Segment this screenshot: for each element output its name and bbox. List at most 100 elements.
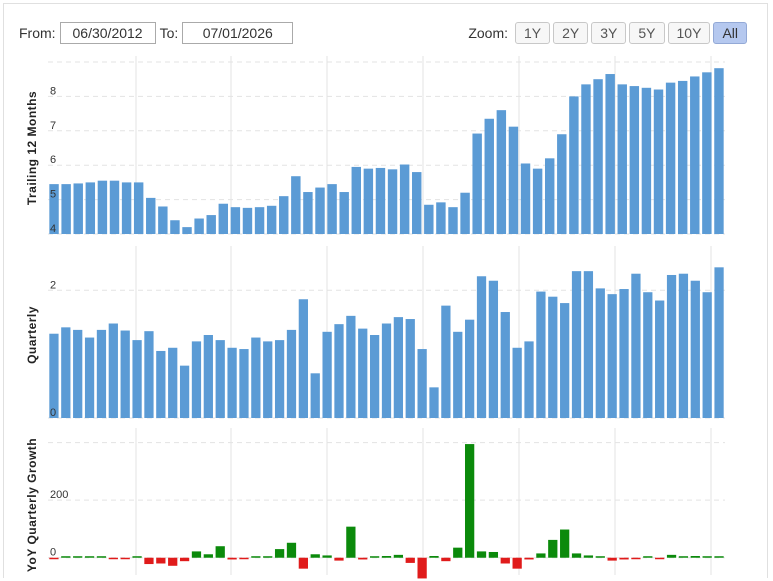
- bar: [619, 557, 629, 560]
- bar: [619, 289, 629, 418]
- bar: [453, 547, 463, 558]
- bar: [239, 349, 249, 418]
- bar: [678, 556, 689, 558]
- bar: [560, 303, 570, 418]
- bar: [146, 197, 156, 234]
- y-tick-label: 7: [50, 120, 56, 132]
- bar: [593, 79, 603, 234]
- bar: [132, 556, 142, 558]
- bar: [358, 328, 368, 418]
- bar: [476, 551, 487, 558]
- bar: [158, 206, 168, 234]
- bar: [168, 347, 178, 418]
- bar: [405, 557, 415, 563]
- bar: [334, 324, 344, 418]
- bar: [714, 556, 724, 558]
- bar: [690, 76, 700, 234]
- bar: [310, 554, 320, 558]
- bar: [369, 335, 380, 418]
- bar: [643, 556, 653, 558]
- y-tick-label: 2: [50, 279, 56, 291]
- bar: [61, 184, 71, 234]
- bar: [303, 192, 313, 234]
- bar: [476, 276, 487, 418]
- bar: [96, 329, 107, 418]
- bar: [393, 317, 404, 418]
- bar: [254, 207, 265, 234]
- y-tick-label: 8: [50, 85, 56, 97]
- bar: [653, 89, 664, 235]
- bar: [251, 337, 261, 418]
- bar: [524, 557, 534, 560]
- bar: [144, 331, 154, 418]
- y-tick-label: 200: [50, 489, 68, 501]
- bar: [571, 271, 582, 418]
- bar: [358, 557, 368, 560]
- bar: [266, 205, 277, 234]
- bar: [191, 341, 202, 418]
- bar: [460, 192, 470, 234]
- bar: [702, 72, 712, 234]
- bar: [629, 86, 640, 234]
- bar: [429, 556, 439, 558]
- bar: [631, 557, 641, 560]
- bar: [583, 271, 594, 418]
- bar: [170, 220, 180, 234]
- bar: [168, 557, 178, 566]
- bar: [496, 110, 507, 234]
- bar: [520, 163, 531, 234]
- bar: [453, 331, 463, 418]
- bar: [399, 164, 410, 234]
- bar: [532, 168, 543, 234]
- bar: [690, 280, 700, 418]
- bar: [605, 74, 615, 234]
- bar: [133, 182, 144, 234]
- bar: [339, 192, 349, 234]
- bar: [536, 291, 546, 418]
- bar: [315, 187, 325, 234]
- bar: [643, 292, 653, 418]
- bar: [279, 196, 289, 234]
- bar: [441, 557, 451, 562]
- bar: [655, 300, 665, 418]
- bar: [631, 273, 641, 418]
- bar: [73, 183, 83, 234]
- bar: [230, 207, 241, 234]
- bar: [607, 294, 617, 418]
- y-tick-label: 4: [50, 223, 56, 235]
- bar: [144, 557, 154, 565]
- bar: [194, 218, 204, 234]
- bar: [49, 333, 59, 418]
- bar: [441, 305, 451, 418]
- bar: [286, 329, 297, 418]
- bar: [387, 169, 398, 234]
- bar: [412, 172, 422, 234]
- bar: [334, 557, 344, 561]
- bar: [84, 337, 95, 418]
- bar: [298, 557, 308, 569]
- bar: [363, 168, 374, 234]
- bar: [500, 557, 510, 564]
- bar: [488, 280, 499, 418]
- y-axis-title: Trailing 12 Months: [25, 91, 39, 205]
- bar: [346, 526, 356, 558]
- bar: [109, 180, 120, 234]
- y-tick-label: 5: [50, 189, 56, 201]
- bar: [203, 335, 213, 418]
- bar: [655, 557, 665, 560]
- bar: [393, 554, 404, 558]
- bar: [436, 202, 446, 234]
- bar: [203, 554, 213, 558]
- bar: [191, 551, 202, 558]
- bar: [156, 557, 166, 564]
- bar: [666, 554, 677, 558]
- bar: [714, 267, 724, 418]
- bar: [714, 68, 724, 234]
- bar: [218, 203, 229, 234]
- bar: [665, 82, 676, 234]
- bar: [156, 350, 166, 418]
- bar: [327, 184, 337, 234]
- bar: [569, 96, 579, 235]
- bar: [702, 556, 712, 558]
- bar: [346, 315, 356, 418]
